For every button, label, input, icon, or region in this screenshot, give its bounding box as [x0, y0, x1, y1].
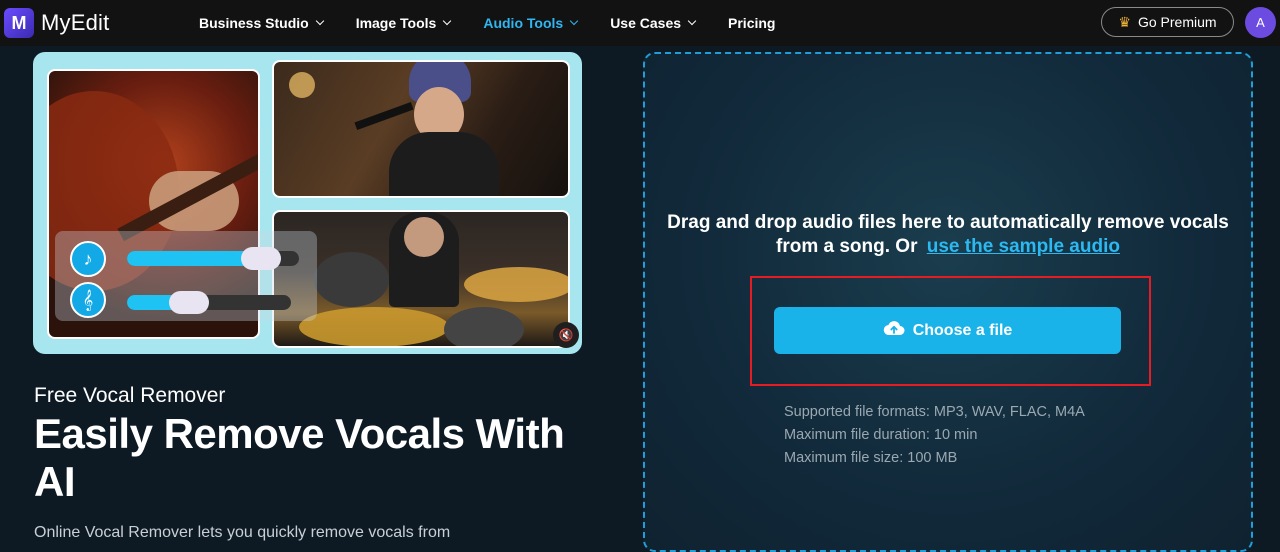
- chevron-down-icon: [315, 16, 324, 26]
- music-note-icon: 𝄞: [70, 282, 106, 318]
- music-slider-knob[interactable]: [168, 291, 209, 314]
- hero-description: Online Vocal Remover lets you quickly re…: [34, 524, 451, 541]
- logo-icon: M: [4, 8, 34, 38]
- cloud-upload-icon: [883, 320, 905, 341]
- logo[interactable]: M MyEdit: [4, 8, 109, 38]
- sample-audio-link[interactable]: use the sample audio: [927, 236, 1120, 257]
- main-menu: Business Studio Image Tools Audio Tools …: [199, 0, 808, 46]
- vocal-slider-panel: ♪ 𝄞: [55, 231, 317, 321]
- menu-audio-tools[interactable]: Audio Tools: [483, 15, 579, 31]
- logo-text: MyEdit: [41, 10, 110, 35]
- menu-pricing[interactable]: Pricing: [728, 15, 775, 31]
- drop-instructions: Drag and drop audio files here to automa…: [645, 211, 1251, 259]
- top-nav: M MyEdit Business Studio Image Tools Aud…: [0, 0, 1280, 46]
- hero-media-card: ♪ 𝄞 🔇: [33, 52, 582, 354]
- avatar[interactable]: A: [1245, 7, 1276, 38]
- menu-use-cases[interactable]: Use Cases: [610, 15, 697, 31]
- file-drop-zone[interactable]: Drag and drop audio files here to automa…: [643, 52, 1253, 552]
- singer-photo: [272, 60, 570, 198]
- vocal-slider-knob[interactable]: [241, 247, 282, 270]
- max-size: Maximum file size: 100 MB: [784, 450, 958, 466]
- menu-label: Audio Tools: [483, 15, 564, 31]
- supported-formats: Supported file formats: MP3, WAV, FLAC, …: [784, 404, 1085, 420]
- page-title: Easily Remove Vocals With AI: [34, 410, 565, 505]
- menu-image-tools[interactable]: Image Tools: [355, 15, 452, 31]
- max-duration: Maximum file duration: 10 min: [784, 427, 978, 443]
- go-premium-label: Go Premium: [1137, 14, 1217, 30]
- vocal-slider[interactable]: [127, 247, 299, 270]
- menu-label: Business Studio: [199, 15, 309, 31]
- chevron-down-icon: [569, 16, 579, 26]
- menu-label: Pricing: [728, 15, 776, 31]
- menu-label: Use Cases: [610, 15, 682, 31]
- hero-subtitle: Free Vocal Remover: [34, 384, 226, 407]
- go-premium-button[interactable]: ♛ Go Premium: [1101, 7, 1234, 37]
- vocal-icon: ♪: [70, 241, 106, 277]
- menu-business-studio[interactable]: Business Studio: [199, 15, 324, 31]
- chevron-down-icon: [687, 16, 697, 26]
- choose-file-button[interactable]: Choose a file: [774, 307, 1121, 354]
- crown-icon: ♛: [1118, 13, 1131, 30]
- mute-icon[interactable]: 🔇: [553, 322, 579, 348]
- music-slider[interactable]: [127, 291, 291, 314]
- choose-file-label: Choose a file: [912, 321, 1013, 339]
- chevron-down-icon: [443, 16, 452, 26]
- menu-label: Image Tools: [355, 15, 437, 31]
